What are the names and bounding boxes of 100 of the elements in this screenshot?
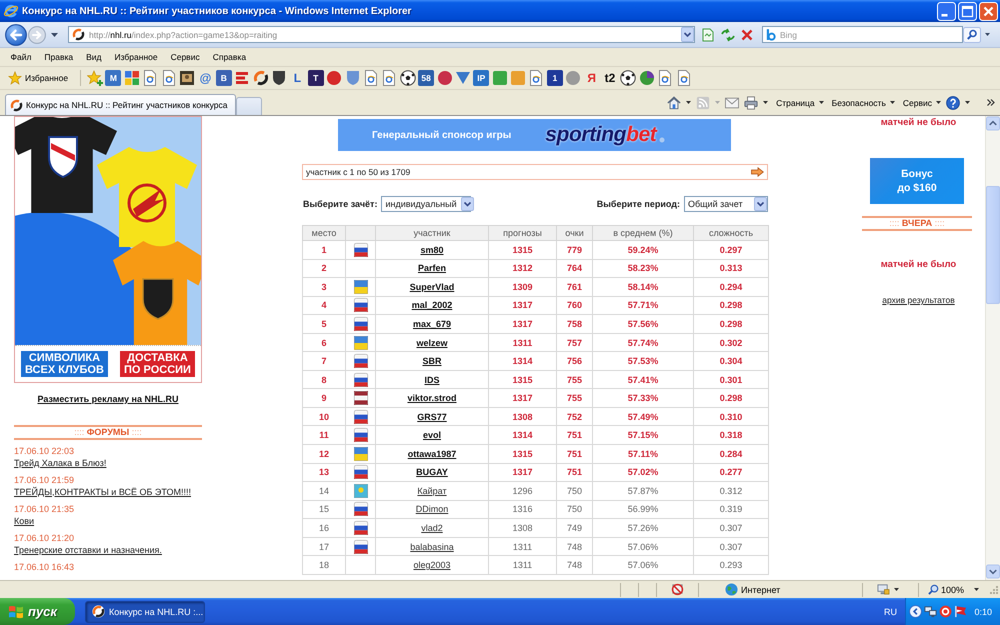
caret-icon[interactable] (51, 32, 58, 36)
favorite-link[interactable]: M (105, 70, 122, 86)
right-arrow-icon[interactable] (751, 167, 764, 177)
ball-icon[interactable] (620, 70, 636, 86)
menu-button[interactable]: Безопасность (832, 94, 895, 110)
picture-icon[interactable] (179, 70, 196, 86)
caret-icon[interactable] (985, 33, 990, 36)
refresh-icon[interactable] (720, 28, 736, 42)
stop-icon[interactable] (740, 28, 754, 42)
globe-icon[interactable] (638, 70, 655, 86)
circle-icon[interactable] (436, 70, 452, 86)
print-icon[interactable] (744, 96, 758, 110)
search-icon[interactable] (963, 26, 981, 42)
monitor-lock-icon[interactable] (877, 583, 890, 596)
favorites-button[interactable]: Избранное (6, 69, 70, 87)
favorite-link[interactable]: L (289, 70, 306, 86)
participant-link[interactable]: sm80 (420, 244, 444, 255)
favorite-link[interactable]: t2 (602, 70, 618, 86)
page-icon[interactable] (657, 70, 674, 86)
advertise-link[interactable]: Разместить рекламу на NHL.RU (37, 394, 178, 404)
minimize-icon[interactable] (937, 2, 956, 20)
stripes-icon[interactable] (234, 70, 250, 86)
page-icon[interactable] (160, 70, 177, 86)
participant-link[interactable]: oleg2003 (413, 560, 451, 570)
participant-link[interactable]: SBR (422, 356, 442, 366)
favorite-link[interactable]: B (216, 70, 232, 86)
blocked-window-icon[interactable] (671, 583, 684, 596)
square-icon[interactable] (492, 70, 508, 86)
caret-icon[interactable] (894, 588, 899, 591)
target-icon[interactable] (939, 605, 952, 618)
favorite-link[interactable]: @ (197, 70, 214, 86)
page-icon[interactable] (362, 70, 379, 86)
scrollbar[interactable] (985, 116, 1000, 580)
taskbar-button[interactable]: Конкурс на NHL.RU :... (85, 600, 205, 622)
post-link[interactable]: Тренерские отставки и назначения. (14, 544, 162, 554)
post-link[interactable]: ТРЕЙДЫ,КОНТРАКТЫ и ВСЁ ОБ ЭТОМ!!!! (14, 486, 191, 496)
resize-grip-icon[interactable] (989, 584, 999, 594)
menu-item[interactable]: Сервис (164, 51, 206, 63)
caret-icon[interactable] (965, 101, 970, 104)
favorite-link[interactable]: IP (473, 70, 490, 86)
mail-icon[interactable] (725, 96, 740, 110)
close-icon[interactable] (979, 2, 998, 20)
menu-button[interactable]: Страница (776, 94, 824, 110)
left-chevron-icon[interactable] (909, 605, 922, 618)
page-icon[interactable] (142, 70, 158, 86)
star-plus-icon[interactable] (87, 70, 104, 86)
ball-icon[interactable] (400, 70, 416, 86)
participant-link[interactable]: IDS (424, 374, 440, 385)
triangle-icon[interactable] (454, 70, 471, 86)
participant-link[interactable]: GRS77 (417, 412, 447, 422)
participant-link[interactable]: vlad2 (421, 522, 443, 533)
shield-icon[interactable] (270, 70, 287, 86)
ad-banner[interactable]: СИМВОЛИКА ВСЕХ КЛУБОВ ДОСТАВКА ПО РОССИИ (14, 116, 202, 383)
swirl-icon[interactable] (252, 70, 269, 86)
pennant-icon[interactable] (954, 605, 967, 618)
menu-button[interactable]: Сервис (902, 94, 941, 110)
back-icon[interactable] (5, 24, 27, 46)
favorite-link[interactable]: Я (584, 70, 600, 86)
broken-page-icon[interactable] (701, 28, 715, 42)
participant-link[interactable]: evol (422, 430, 441, 440)
scroll-down-icon[interactable] (986, 564, 1000, 579)
caret-icon[interactable] (763, 101, 768, 104)
network-computers-icon[interactable] (924, 605, 937, 618)
page-icon[interactable] (676, 70, 692, 86)
menu-item[interactable]: Вид (80, 51, 108, 63)
browser-tab[interactable]: Конкурс на NHL.RU :: Рейтинг участников конкурса (5, 94, 236, 115)
zoom-button[interactable]: 100% (928, 584, 964, 595)
post-link[interactable]: Трейд Халака в Блюз! (14, 458, 106, 468)
participant-link[interactable]: welzew (416, 338, 448, 348)
menu-item[interactable]: Справка (206, 51, 253, 63)
favorite-link[interactable]: T (308, 70, 324, 86)
participant-link[interactable]: max_679 (412, 318, 452, 329)
colored-squares-icon[interactable] (124, 70, 140, 86)
maximize-icon[interactable] (958, 2, 977, 20)
sponsor-banner[interactable]: Генеральный спонсор игры sportingbet (338, 119, 731, 151)
caret-icon[interactable] (686, 101, 692, 104)
participant-link[interactable]: Parfen (418, 263, 446, 274)
home-icon[interactable] (667, 96, 682, 110)
chevron-icon[interactable] (987, 99, 995, 106)
circle-icon[interactable] (326, 70, 342, 86)
page-icon[interactable] (528, 70, 544, 86)
scroll-thumb[interactable] (986, 186, 1000, 304)
favorite-link[interactable]: 58 (418, 70, 434, 86)
select-field[interactable]: индивидуальный (381, 196, 472, 212)
help-icon[interactable] (946, 96, 960, 110)
menu-item[interactable]: Правка (38, 51, 80, 63)
favorite-link[interactable]: 1 (546, 70, 563, 86)
address-field[interactable]: http://nhl.ru/index.php?action=game13&op=raiting (68, 26, 695, 43)
participant-link[interactable]: DDimon (416, 504, 448, 514)
start-button[interactable]: пуск (0, 598, 75, 625)
archive-link[interactable]: архив результатов (882, 295, 955, 305)
post-link[interactable]: Кови (14, 516, 34, 526)
scroll-up-icon[interactable] (986, 116, 1000, 131)
participant-link[interactable]: Кайрат (417, 486, 447, 496)
menu-item[interactable]: Избранное (108, 51, 164, 63)
participant-link[interactable]: BUGAY (416, 467, 448, 478)
select-field[interactable]: Общий зачет (684, 196, 768, 212)
language-indicator[interactable]: RU (884, 606, 897, 616)
caret-icon[interactable] (974, 588, 980, 591)
menu-item[interactable]: Файл (4, 51, 38, 63)
